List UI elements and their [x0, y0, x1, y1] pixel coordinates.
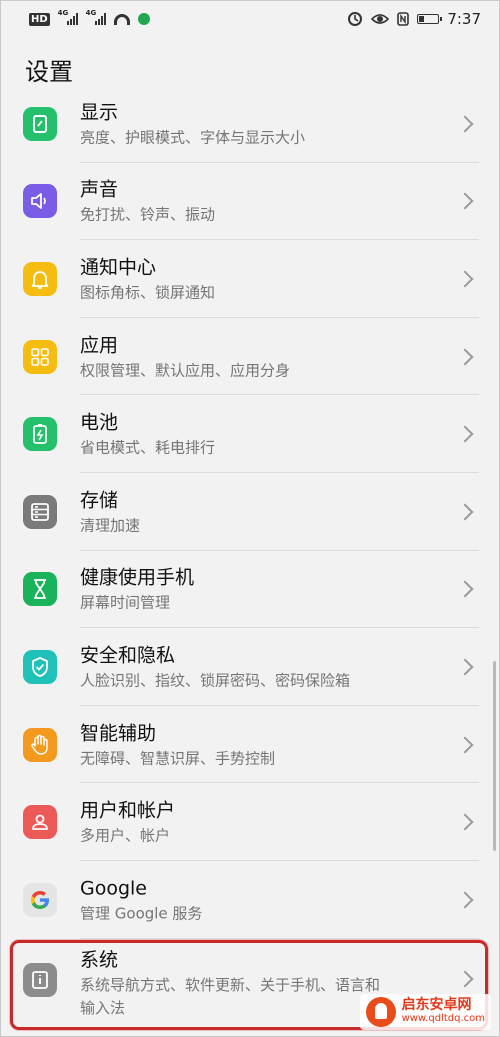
- item-title: 显示: [80, 101, 119, 124]
- chevron-right-icon: [456, 503, 474, 521]
- item-subtitle: 亮度、护眼模式、字体与显示大小: [80, 128, 306, 147]
- battery-icon: [23, 417, 57, 452]
- item-subtitle: 图标角标、锁屏通知: [80, 283, 216, 302]
- scrollbar[interactable]: [493, 661, 496, 851]
- watermark: 启东安卓网 www.qdltdq.com: [359, 994, 491, 1030]
- hd-badge: HD: [29, 12, 50, 26]
- item-title: Google: [80, 877, 148, 900]
- chevron-right-icon: [456, 891, 474, 909]
- chevron-right-icon: [456, 425, 474, 443]
- settings-item-sound[interactable]: 声音免打扰、铃声、振动: [1, 163, 499, 241]
- chevron-right-icon: [456, 270, 474, 288]
- settings-item-apps[interactable]: 应用权限管理、默认应用、应用分身: [1, 318, 499, 396]
- battery-status-icon: [417, 14, 443, 24]
- item-subtitle: 免打扰、铃声、振动: [80, 205, 216, 224]
- item-title: 安全和隐私: [80, 644, 176, 667]
- display-icon: [23, 106, 57, 141]
- vpn-icon: [137, 13, 150, 25]
- chevron-right-icon: [456, 348, 474, 366]
- settings-list[interactable]: 显示亮度、护眼模式、字体与显示大小 声音免打扰、铃声、振动 通知中心图标角标、锁…: [1, 101, 499, 1036]
- settings-item-smart-assistance[interactable]: 智能辅助无障碍、智慧识屏、手势控制: [1, 706, 499, 784]
- signal-icon-2: 4G: [86, 9, 106, 25]
- settings-item-security[interactable]: 安全和隐私人脸识别、指纹、锁屏密码、密码保险箱: [1, 628, 499, 706]
- shield-icon: [23, 649, 57, 684]
- chevron-right-icon: [456, 580, 474, 598]
- page-title: 设置: [25, 57, 73, 86]
- speaker-icon: [23, 184, 57, 219]
- item-subtitle: 省电模式、耗电排行: [80, 438, 216, 457]
- chevron-right-icon: [456, 736, 474, 754]
- apps-grid-icon: [23, 339, 57, 374]
- settings-item-display[interactable]: 显示亮度、护眼模式、字体与显示大小: [1, 101, 499, 163]
- eye-comfort-icon: [371, 14, 390, 24]
- settings-item-users-accounts[interactable]: 用户和帐户多用户、帐户: [1, 783, 499, 861]
- hand-icon: [23, 727, 57, 762]
- settings-item-battery[interactable]: 电池省电模式、耗电排行: [1, 395, 499, 473]
- bell-icon: [23, 261, 57, 296]
- item-title: 健康使用手机: [80, 566, 195, 589]
- item-title: 通知中心: [80, 256, 157, 279]
- signal-icon: 4G: [58, 9, 78, 25]
- status-bar: HD 4G 4G 7:37: [1, 1, 499, 37]
- item-title: 应用: [80, 334, 119, 357]
- chevron-right-icon: [456, 813, 474, 831]
- item-subtitle: 清理加速: [80, 516, 141, 535]
- settings-item-digital-balance[interactable]: 健康使用手机屏幕时间管理: [1, 551, 499, 629]
- settings-item-google[interactable]: Google 管理 Google 服务: [1, 861, 499, 939]
- watermark-url: www.qdltdq.com: [401, 1013, 485, 1024]
- item-title: 声音: [80, 178, 119, 201]
- item-subtitle: 人脸识别、指纹、锁屏密码、密码保险箱: [80, 671, 351, 690]
- item-subtitle: 管理 Google 服务: [80, 904, 203, 923]
- watermark-logo-icon: [365, 997, 396, 1027]
- storage-icon: [23, 494, 57, 529]
- google-icon: [23, 882, 57, 917]
- item-title: 存储: [80, 489, 119, 512]
- chevron-right-icon: [456, 658, 474, 676]
- item-subtitle: 权限管理、默认应用、应用分身: [80, 361, 291, 380]
- alarm-icon: [348, 12, 363, 26]
- hourglass-icon: [23, 572, 57, 607]
- user-icon: [23, 805, 57, 840]
- page-header: 设置: [1, 37, 499, 101]
- item-subtitle: 屏幕时间管理: [80, 593, 171, 612]
- item-title: 用户和帐户: [80, 799, 176, 822]
- item-title: 智能辅助: [80, 722, 157, 745]
- settings-item-notifications[interactable]: 通知中心图标角标、锁屏通知: [1, 240, 499, 318]
- item-subtitle: 无障碍、智慧识屏、手势控制: [80, 749, 276, 768]
- chevron-right-icon: [456, 115, 474, 133]
- settings-item-storage[interactable]: 存储 清理加速: [1, 473, 499, 551]
- chevron-right-icon: [456, 192, 474, 210]
- nfc-icon: [397, 12, 410, 26]
- watermark-title: 启东安卓网: [401, 997, 472, 1013]
- screen: HD 4G 4G 7:37 设置 显示 亮度、护眼模式、字体与显示大小 声音 免…: [0, 0, 500, 1037]
- item-title: 电池: [80, 411, 119, 434]
- clock: 7:37: [447, 10, 481, 28]
- wifi-icon: [113, 13, 130, 25]
- item-subtitle: 多用户、帐户: [80, 826, 171, 845]
